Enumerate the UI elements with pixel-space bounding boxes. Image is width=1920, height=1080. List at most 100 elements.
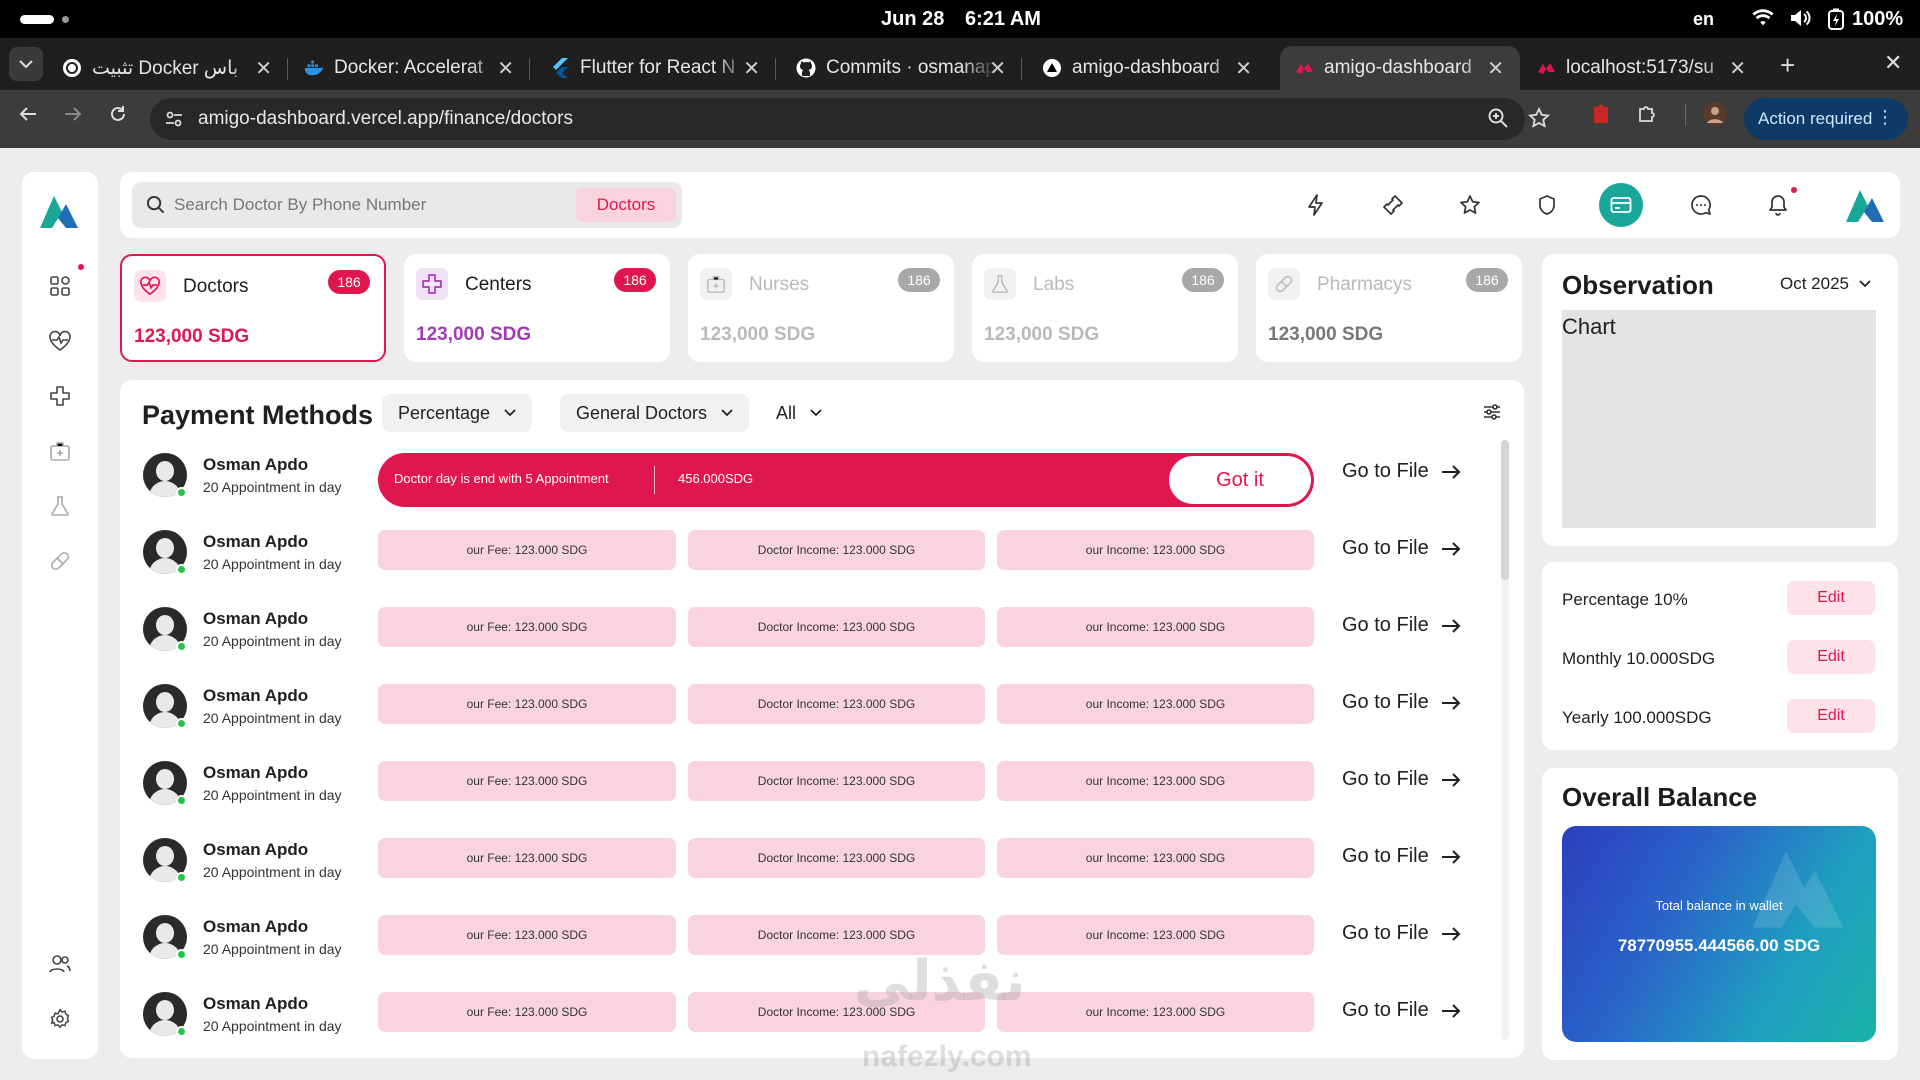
keyboard-language[interactable]: en	[1693, 9, 1714, 30]
extensions-puzzle-icon[interactable]	[1636, 103, 1658, 130]
doctor-search: Doctors	[132, 182, 682, 228]
go-to-file-label: Go to File	[1342, 460, 1429, 482]
browser-tab[interactable]: localhost:5173/su ✕	[1522, 46, 1762, 90]
close-tab-icon[interactable]: ✕	[255, 56, 272, 81]
search-input[interactable]	[174, 193, 554, 217]
go-to-file-link[interactable]: Go to File	[1342, 537, 1461, 560]
go-to-file-link[interactable]: Go to File	[1342, 922, 1461, 945]
reload-icon[interactable]	[108, 104, 128, 130]
doctor-income-pill: Doctor Income: 123.000 SDG	[688, 684, 985, 724]
go-to-file-link[interactable]: Go to File	[1342, 845, 1461, 868]
period-dropdown[interactable]: Oct 2025	[1780, 274, 1871, 294]
browser-tab[interactable]: تثبيت Docker باس ✕	[48, 46, 288, 90]
browser-tab[interactable]: Commits · osmanap ✕	[782, 46, 1022, 90]
browser-tab-title: localhost:5173/su	[1566, 57, 1714, 78]
lab-flask-icon[interactable]	[48, 494, 72, 518]
tab-separator	[287, 58, 288, 80]
doctor-appointments: 20 Appointment in day	[203, 1018, 342, 1034]
got-it-button[interactable]: Got it	[1169, 456, 1311, 504]
seo-extension-icon[interactable]	[1590, 103, 1612, 132]
profile-avatar[interactable]	[1703, 102, 1727, 131]
go-to-file-link[interactable]: Go to File	[1342, 691, 1461, 714]
search-category-chip[interactable]: Doctors	[576, 188, 676, 222]
filter-type-dropdown[interactable]: Percentage	[382, 394, 533, 432]
category-card-doctors[interactable]: Doctors 186 123,000 SDG	[120, 254, 386, 362]
star-icon[interactable]	[1457, 192, 1483, 218]
browser-tab[interactable]: Docker: Accelerat ✕	[290, 46, 530, 90]
our-fee-pill: our Fee: 123.000 SDG	[378, 684, 676, 724]
monthly-setting: Monthly 10.000SDG	[1562, 649, 1716, 668]
shield-icon[interactable]	[1534, 192, 1560, 218]
os-time: 6:21 AM	[965, 8, 1041, 30]
site-settings-icon[interactable]	[164, 109, 184, 134]
filter-scope-dropdown[interactable]: All	[760, 394, 838, 432]
close-tab-icon[interactable]: ✕	[1729, 56, 1746, 81]
browser-tab-active[interactable]: amigo-dashboard ✕	[1280, 46, 1520, 90]
edit-percentage-button[interactable]: Edit	[1787, 581, 1875, 615]
lightning-icon[interactable]	[1303, 192, 1329, 218]
edit-monthly-button[interactable]: Edit	[1787, 640, 1875, 674]
back-arrow-icon[interactable]	[18, 104, 38, 130]
our-income-pill: our Income: 123.000 SDG	[997, 607, 1314, 647]
close-tab-icon[interactable]: ✕	[1235, 56, 1252, 81]
filter-group-dropdown[interactable]: General Doctors	[560, 394, 750, 432]
arrow-right-icon	[1441, 464, 1461, 479]
doctor-row: Osman Apdo 20 Appointment in day our Fee…	[120, 601, 1524, 661]
close-tab-icon[interactable]: ✕	[1487, 56, 1504, 81]
browser-tab[interactable]: amigo-dashboard ✕	[1028, 46, 1268, 90]
chevron-down-icon	[19, 60, 33, 69]
fee-settings-card: Percentage 10% Edit Monthly 10.000SDG Ed…	[1542, 562, 1898, 750]
browser-tab-title: Flutter for React N	[580, 57, 736, 78]
go-to-file-link[interactable]: Go to File	[1342, 614, 1461, 637]
action-required-button[interactable]: Action required ⋮	[1744, 98, 1908, 140]
our-income-pill: our Income: 123.000 SDG	[997, 761, 1314, 801]
category-card-nurses[interactable]: Nurses 186 123,000 SDG	[688, 254, 954, 362]
address-bar[interactable]: amigo-dashboard.vercel.app/finance/docto…	[150, 98, 1551, 140]
pill-icon[interactable]	[48, 549, 72, 573]
category-card-pharmacys[interactable]: Pharmacys 186 123,000 SDG	[1256, 254, 1522, 362]
top-bar: Doctors	[120, 172, 1900, 238]
finance-card-icon[interactable]	[1599, 183, 1643, 227]
first-aid-kit-icon[interactable]	[48, 439, 72, 463]
amigo-logo-icon[interactable]	[36, 188, 82, 234]
heart-pulse-icon[interactable]	[48, 329, 72, 353]
url-text[interactable]: amigo-dashboard.vercel.app/finance/docto…	[198, 108, 573, 130]
dashboard-grid-icon[interactable]	[48, 274, 72, 298]
browser-tab[interactable]: Flutter for React N ✕	[536, 46, 776, 90]
go-to-file-link[interactable]: Go to File	[1342, 999, 1461, 1022]
doctor-name: Osman Apdo	[203, 532, 309, 551]
category-count-badge: 186	[614, 268, 656, 292]
bell-icon[interactable]	[1765, 192, 1791, 218]
medical-cross-icon[interactable]	[48, 384, 72, 408]
tab-search-button[interactable]	[9, 47, 43, 81]
users-icon[interactable]	[48, 952, 72, 976]
doctor-name: Osman Apdo	[203, 686, 309, 705]
chat-bubble-icon[interactable]	[1688, 192, 1714, 218]
close-tab-icon[interactable]: ✕	[497, 56, 514, 81]
more-vert-icon[interactable]: ⋮	[1876, 107, 1894, 128]
forward-arrow-icon[interactable]	[63, 104, 83, 130]
edit-yearly-button[interactable]: Edit	[1787, 699, 1875, 733]
amigo-brand-icon[interactable]	[1842, 182, 1888, 228]
settings-gear-icon[interactable]	[48, 1007, 72, 1031]
doctor-name: Osman Apdo	[203, 763, 309, 782]
close-tab-icon[interactable]: ✕	[989, 56, 1006, 81]
arrow-right-icon	[1441, 618, 1461, 633]
close-window-button[interactable]: ✕	[1884, 50, 1902, 76]
toolbar-divider	[1685, 104, 1686, 126]
new-tab-button[interactable]: +	[1780, 50, 1795, 81]
go-to-file-link[interactable]: Go to File	[1342, 460, 1461, 483]
zoom-icon[interactable]	[1487, 107, 1509, 134]
go-to-file-link[interactable]: Go to File	[1342, 768, 1461, 791]
ticket-icon[interactable]	[1380, 192, 1406, 218]
our-income-pill: our Income: 123.000 SDG	[997, 684, 1314, 724]
close-tab-icon[interactable]: ✕	[743, 56, 760, 81]
category-name: Nurses	[749, 274, 810, 295]
doctor-name: Osman Apdo	[203, 840, 309, 859]
category-amount: 123,000 SDG	[134, 326, 250, 347]
bookmark-star-icon[interactable]	[1527, 106, 1551, 134]
category-card-centers[interactable]: Centers 186 123,000 SDG	[404, 254, 670, 362]
category-card-labs[interactable]: Labs 186 123,000 SDG	[972, 254, 1238, 362]
filter-sliders-icon[interactable]	[1482, 402, 1502, 427]
watermark-domain: nafezly.com	[862, 1040, 1032, 1073]
